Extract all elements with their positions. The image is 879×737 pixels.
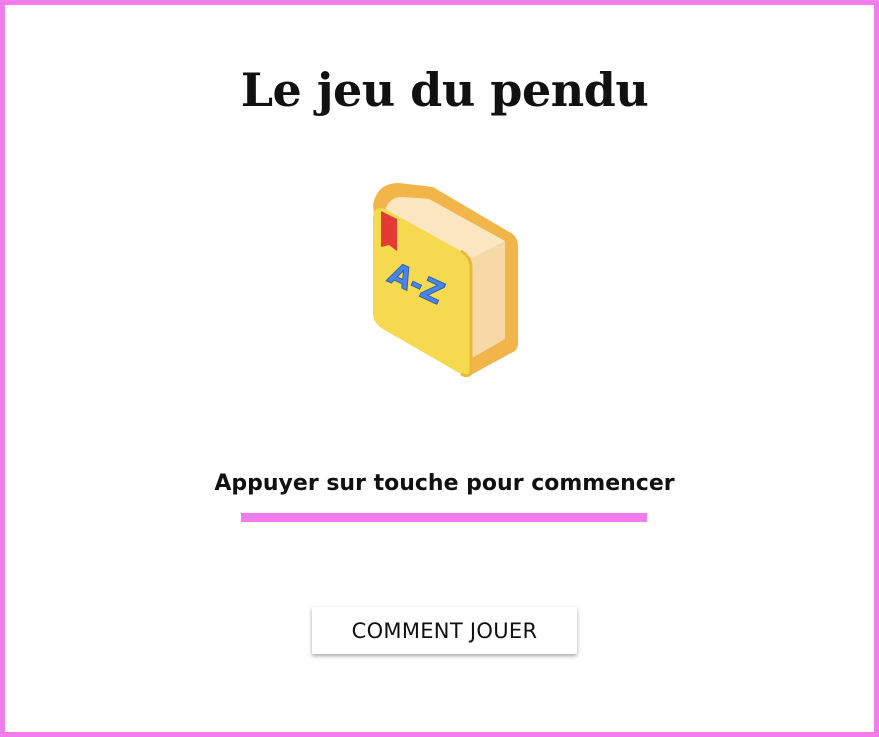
prompt-underline: [241, 513, 647, 522]
start-prompt: Appuyer sur touche pour commencer: [214, 471, 675, 496]
dictionary-book-icon: A-Z: [363, 175, 523, 385]
game-frame: Le jeu du pendu A-Z Appuyer sur touche p…: [0, 0, 879, 737]
how-to-play-button[interactable]: COMMENT JOUER: [312, 607, 577, 654]
page-title: Le jeu du pendu: [240, 63, 649, 117]
